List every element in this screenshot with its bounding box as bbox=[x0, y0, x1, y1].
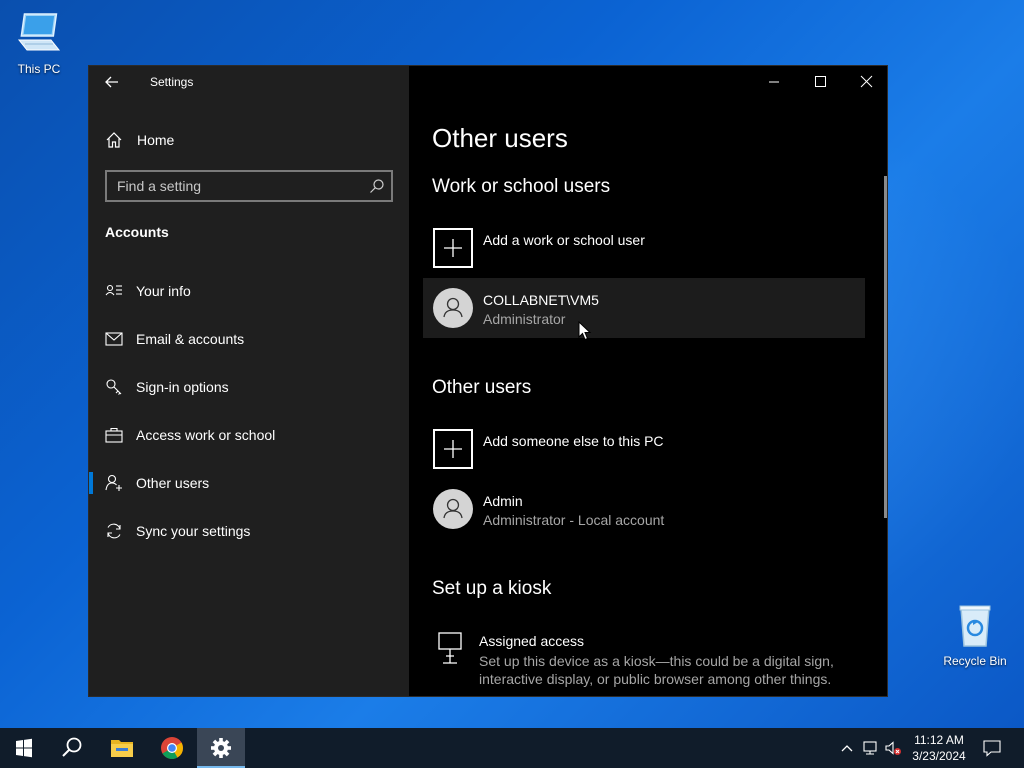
home-nav[interactable]: Home bbox=[105, 128, 174, 152]
desktop-icon-label: This PC bbox=[17, 62, 61, 76]
add-someone-else-label: Add someone else to this PC bbox=[483, 433, 664, 449]
plus-icon bbox=[433, 228, 473, 268]
user-role: Administrator - Local account bbox=[483, 512, 665, 528]
clock-time: 11:12 AM bbox=[914, 733, 964, 747]
minimize-icon bbox=[769, 81, 779, 83]
sidebar: Settings Home Accounts Your i bbox=[89, 66, 409, 696]
desktop-icon-this-pc[interactable]: This PC bbox=[4, 10, 74, 76]
page-title: Other users bbox=[432, 123, 568, 153]
user-item-collabnet-vm5[interactable]: COLLABNET\VM5 Administrator bbox=[423, 278, 865, 338]
sidebar-item-label: Sign-in options bbox=[136, 379, 229, 395]
network-icon[interactable] bbox=[862, 740, 880, 756]
file-explorer-button[interactable] bbox=[98, 728, 146, 768]
sidebar-item-label: Access work or school bbox=[136, 427, 276, 443]
back-button[interactable] bbox=[101, 72, 123, 92]
section-title: Accounts bbox=[105, 224, 169, 240]
add-work-school-user-button[interactable]: Add a work or school user bbox=[423, 218, 865, 278]
recycle-bin-icon bbox=[951, 602, 999, 650]
minimize-button[interactable] bbox=[751, 66, 797, 98]
chrome-button[interactable] bbox=[148, 728, 196, 768]
sidebar-item-label: Other users bbox=[136, 475, 210, 491]
sidebar-item-label: Sync your settings bbox=[136, 523, 251, 539]
maximize-button[interactable] bbox=[797, 66, 843, 98]
search-icon[interactable] bbox=[369, 178, 385, 194]
mail-icon bbox=[105, 332, 123, 346]
sidebar-item-access-work-school[interactable]: Access work or school bbox=[89, 414, 409, 454]
computer-icon bbox=[15, 10, 63, 58]
scrollbar[interactable] bbox=[884, 176, 887, 518]
add-work-school-label: Add a work or school user bbox=[483, 232, 645, 248]
kiosk-heading: Set up a kiosk bbox=[432, 578, 552, 599]
content-pane: Other users Work or school users Add a w… bbox=[409, 66, 889, 696]
window-title: Settings bbox=[150, 75, 194, 89]
close-button[interactable] bbox=[843, 66, 889, 98]
other-users-heading: Other users bbox=[432, 377, 532, 398]
maximize-icon bbox=[815, 76, 826, 87]
search-box[interactable] bbox=[105, 170, 393, 202]
desktop-icon-recycle-bin[interactable]: Recycle Bin bbox=[940, 602, 1010, 668]
kiosk-icon[interactable] bbox=[437, 632, 465, 666]
start-icon bbox=[16, 738, 32, 758]
settings-taskbar-button[interactable] bbox=[197, 728, 245, 768]
chrome-icon bbox=[161, 737, 183, 759]
file-explorer-icon bbox=[111, 740, 133, 757]
kiosk-description: Set up this device as a kiosk—this could… bbox=[479, 653, 834, 687]
person-card-icon bbox=[105, 284, 122, 296]
sidebar-item-sign-in-options[interactable]: Sign-in options bbox=[89, 366, 409, 406]
taskbar-search-button[interactable] bbox=[48, 728, 96, 768]
mouse-cursor-icon bbox=[578, 321, 592, 341]
home-icon bbox=[106, 132, 122, 148]
work-school-heading: Work or school users bbox=[432, 176, 611, 197]
clock-date: 3/23/2024 bbox=[912, 749, 966, 763]
notifications-icon[interactable] bbox=[982, 739, 1002, 757]
close-icon bbox=[860, 75, 873, 88]
title-bar[interactable]: Settings bbox=[89, 66, 409, 98]
taskbar: 11:12 AM 3/23/2024 bbox=[0, 728, 1024, 768]
search-icon bbox=[62, 737, 82, 757]
search-input[interactable] bbox=[107, 172, 367, 200]
settings-gear-icon bbox=[211, 738, 231, 758]
user-role: Administrator bbox=[483, 311, 566, 327]
home-label: Home bbox=[137, 132, 175, 148]
back-arrow-icon bbox=[105, 76, 118, 88]
sidebar-item-label: Your info bbox=[136, 283, 191, 299]
sync-icon bbox=[107, 523, 121, 539]
chevron-up-icon[interactable] bbox=[838, 740, 856, 756]
desktop-icon-label: Recycle Bin bbox=[943, 654, 1007, 668]
person-add-icon bbox=[105, 474, 122, 491]
start-button[interactable] bbox=[0, 728, 48, 768]
user-name: Admin bbox=[483, 493, 523, 509]
sidebar-item-email-accounts[interactable]: Email & accounts bbox=[89, 318, 409, 358]
briefcase-icon bbox=[105, 427, 123, 443]
sidebar-item-sync-settings[interactable]: Sync your settings bbox=[89, 510, 409, 550]
user-item-admin[interactable]: Admin Administrator - Local account bbox=[423, 479, 865, 539]
plus-icon bbox=[433, 429, 473, 469]
sidebar-item-label: Email & accounts bbox=[136, 331, 245, 347]
add-someone-else-button[interactable]: Add someone else to this PC bbox=[423, 419, 865, 479]
assigned-access-link[interactable]: Assigned access bbox=[479, 633, 584, 649]
avatar-icon bbox=[433, 288, 473, 328]
sidebar-item-your-info[interactable]: Your info bbox=[89, 270, 409, 310]
key-icon bbox=[106, 379, 122, 395]
sidebar-item-other-users[interactable]: Other users bbox=[89, 462, 409, 502]
clock[interactable]: 11:12 AM 3/23/2024 bbox=[906, 732, 972, 764]
avatar-icon bbox=[433, 489, 473, 529]
volume-muted-icon[interactable] bbox=[884, 740, 902, 756]
settings-window: Settings Home Accounts Your i bbox=[88, 65, 888, 697]
user-name: COLLABNET\VM5 bbox=[483, 292, 599, 308]
